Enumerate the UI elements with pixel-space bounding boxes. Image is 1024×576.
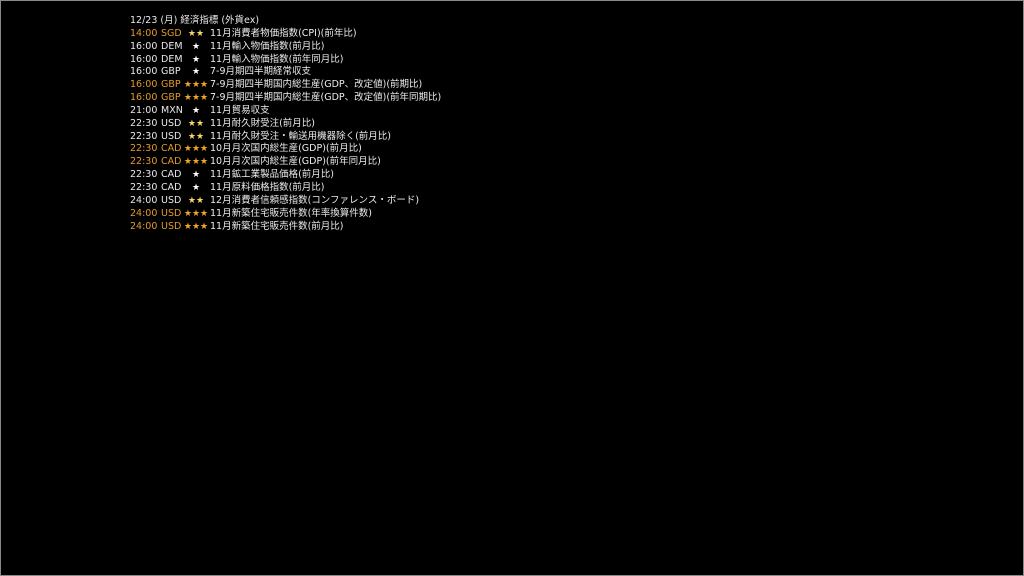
importance-star-icon: ★ [191, 170, 201, 181]
event-time: 22:30 [130, 143, 158, 155]
event-currency: CAD [161, 143, 182, 155]
event-name: 11月新築住宅販売件数(年率換算件数) [210, 207, 373, 219]
event-name: 7-9月期四半期国内総生産(GDP、改定値)(前年同期比) [210, 92, 442, 104]
event-name: 11月原料価格指数(前月比) [210, 181, 325, 193]
event-row: 24:00 USD ★★ 12月消費者信頼感指数(コンファレンス・ボード) [130, 195, 441, 208]
event-time: 21:00 [130, 104, 158, 116]
event-row: 16:00 GBP ★ 7-9月期四半期経常収支 [130, 66, 441, 79]
event-time: 22:30 [130, 117, 158, 129]
event-row: 16:00 GBP ★★★ 7-9月期四半期国内総生産(GDP、改定値)(前年同期比) [130, 92, 441, 105]
event-name: 11月輸入物価指数(前年同月比) [210, 53, 344, 65]
event-time: 14:00 [130, 27, 158, 39]
importance-star-icon: ★★ [187, 28, 205, 39]
event-currency: CAD [161, 169, 182, 181]
event-list: 14:00 SGD ★★ 11月消費者物価指数(CPI)(前年比) 16:00 DEM ★ 1… [130, 28, 441, 234]
economic-calendar-panel: 12/23 (月) 経済指標 (外貨ex) 14:00 SGD ★★ 11月消費者物価… [130, 15, 441, 233]
importance-star-icon: ★★ [187, 195, 205, 206]
importance-star-icon: ★ [191, 54, 201, 65]
event-row: 16:00 GBP ★★★ 7-9月期四半期国内総生産(GDP、改定値)(前期比) [130, 79, 441, 92]
event-currency: USD [161, 220, 182, 232]
event-currency: SGD [161, 27, 182, 39]
importance-star-icon: ★ [191, 41, 201, 52]
importance-star-icon: ★★★ [183, 144, 209, 155]
event-name: 11月貿易収支 [210, 104, 270, 116]
calendar-date-title: 12/23 (月) 経済指標 (外貨ex) [130, 15, 260, 26]
event-row: 22:30 CAD ★★★ 10月月次国内総生産(GDP)(前年同月比) [130, 156, 441, 169]
event-currency: CAD [161, 181, 182, 193]
event-time: 22:30 [130, 181, 158, 193]
importance-star-icon: ★★★ [183, 93, 209, 104]
event-time: 24:00 [130, 194, 158, 206]
event-row: 16:00 DEM ★ 11月輸入物価指数(前月比) [130, 41, 441, 54]
event-row: 22:30 CAD ★★★ 10月月次国内総生産(GDP)(前月比) [130, 143, 441, 156]
event-row: 22:30 CAD ★ 11月鉱工業製品価格(前月比) [130, 169, 441, 182]
importance-star-icon: ★★ [187, 118, 205, 129]
event-currency: MXN [161, 104, 183, 116]
importance-star-icon: ★★★ [183, 208, 209, 219]
importance-star-icon: ★★★ [183, 221, 209, 232]
event-time: 16:00 [130, 40, 158, 52]
event-name: 10月月次国内総生産(GDP)(前月比) [210, 143, 362, 155]
event-currency: USD [161, 117, 182, 129]
event-name: 11月新築住宅販売件数(前月比) [210, 220, 344, 232]
event-time: 22:30 [130, 169, 158, 181]
importance-star-icon: ★ [191, 105, 201, 116]
event-row: 22:30 USD ★★ 11月耐久財受注(前月比) [130, 118, 441, 131]
event-row: 14:00 SGD ★★ 11月消費者物価指数(CPI)(前年比) [130, 28, 441, 41]
event-time: 22:30 [130, 130, 158, 142]
event-row: 24:00 USD ★★★ 11月新築住宅販売件数(前月比) [130, 221, 441, 234]
event-name: 11月消費者物価指数(CPI)(前年比) [210, 27, 357, 39]
event-currency: USD [161, 207, 182, 219]
event-row: 22:30 USD ★★ 11月耐久財受注・輸送用機器除く(前月比) [130, 131, 441, 144]
event-time: 22:30 [130, 156, 158, 168]
event-name: 11月輸入物価指数(前月比) [210, 40, 325, 52]
event-name: 11月鉱工業製品価格(前月比) [210, 169, 335, 181]
screen-frame: 12/23 (月) 経済指標 (外貨ex) 14:00 SGD ★★ 11月消費者物価… [0, 0, 1024, 576]
event-currency: CAD [161, 156, 182, 168]
event-time: 16:00 [130, 92, 158, 104]
event-currency: USD [161, 194, 182, 206]
importance-star-icon: ★ [191, 67, 201, 78]
event-time: 24:00 [130, 220, 158, 232]
event-name: 7-9月期四半期国内総生産(GDP、改定値)(前期比) [210, 79, 423, 91]
event-row: 24:00 USD ★★★ 11月新築住宅販売件数(年率換算件数) [130, 208, 441, 221]
event-currency: GBP [161, 66, 181, 78]
event-row: 22:30 CAD ★ 11月原料価格指数(前月比) [130, 182, 441, 195]
event-currency: DEM [161, 40, 183, 52]
importance-star-icon: ★ [191, 182, 201, 193]
importance-star-icon: ★★★ [183, 157, 209, 168]
event-time: 16:00 [130, 79, 158, 91]
event-time: 16:00 [130, 66, 158, 78]
event-currency: GBP [161, 92, 181, 104]
event-name: 7-9月期四半期経常収支 [210, 66, 312, 78]
event-row: 21:00 MXN ★ 11月貿易収支 [130, 105, 441, 118]
event-name: 11月耐久財受注・輸送用機器除く(前月比) [210, 130, 392, 142]
event-currency: GBP [161, 79, 181, 91]
event-time: 16:00 [130, 53, 158, 65]
importance-star-icon: ★★ [187, 131, 205, 142]
event-name: 11月耐久財受注(前月比) [210, 117, 316, 129]
event-currency: DEM [161, 53, 183, 65]
importance-star-icon: ★★★ [183, 80, 209, 91]
event-time: 24:00 [130, 207, 158, 219]
event-name: 10月月次国内総生産(GDP)(前年同月比) [210, 156, 381, 168]
event-row: 16:00 DEM ★ 11月輸入物価指数(前年同月比) [130, 54, 441, 67]
event-currency: USD [161, 130, 182, 142]
event-name: 12月消費者信頼感指数(コンファレンス・ボード) [210, 194, 420, 206]
